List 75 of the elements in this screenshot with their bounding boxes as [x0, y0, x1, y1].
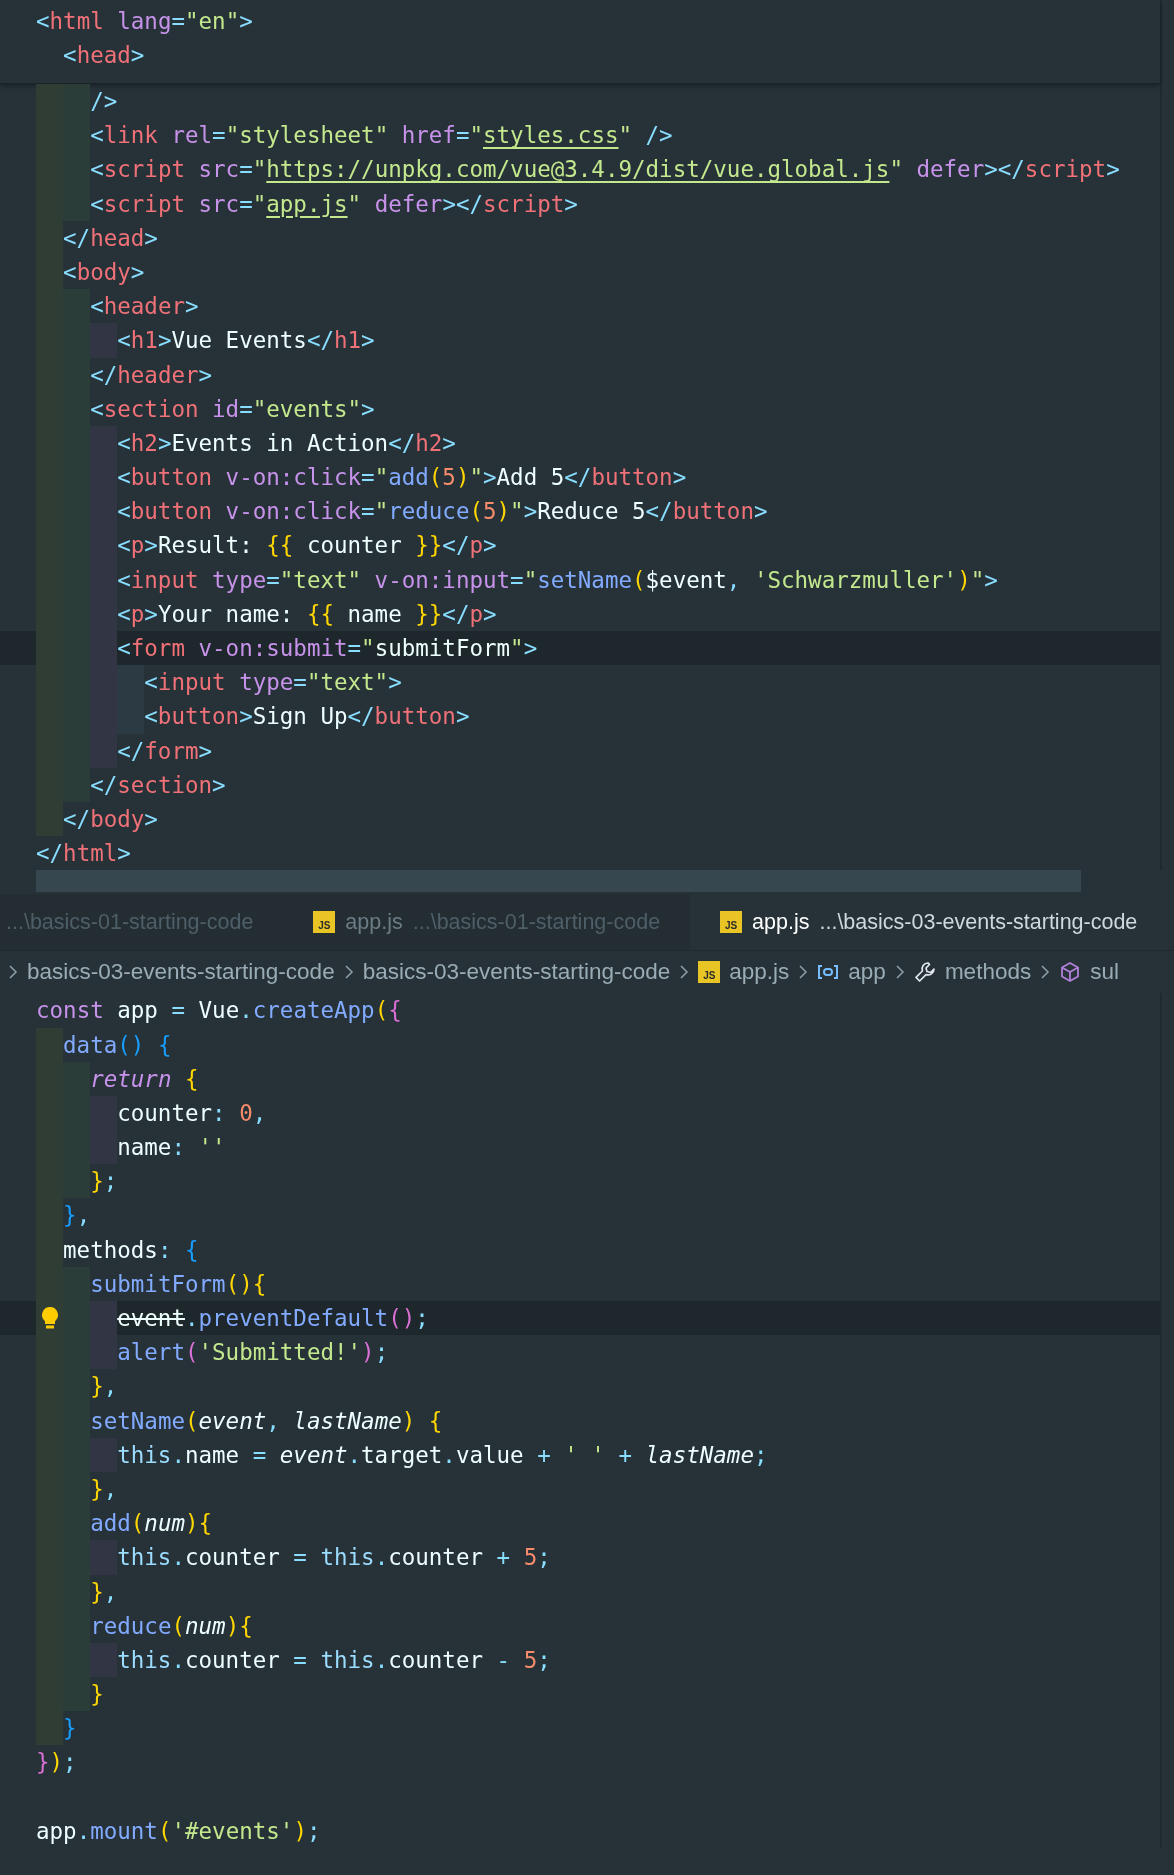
breadcrumb-item[interactable]: basics-03-events-starting-code [362, 959, 671, 986]
code-line: </head> [0, 220, 1160, 255]
tab-name: app.js [752, 909, 810, 935]
code-line: methods: { [0, 1232, 1160, 1267]
code-line: return { [0, 1061, 1160, 1096]
code-line: this.name = event.target.value + ' ' + lastName; [0, 1437, 1160, 1472]
indent-guide [90, 1301, 118, 1336]
breadcrumb-item[interactable]: app.js [729, 959, 790, 986]
code-line: name: '' [0, 1130, 1160, 1165]
code-line: }, [0, 1471, 1160, 1507]
tab-path: ...\basics-03-events-starting-code [819, 909, 1138, 935]
code-line: </form> [0, 733, 1160, 768]
editor-tab[interactable]: JS app.js ...\basics-03-events-starting-code [690, 894, 1174, 951]
code-line: <button v-on:click="add(5)">Add 5</button> [0, 460, 1160, 495]
code-line: }, [0, 1198, 1160, 1233]
code-line: this.counter = this.counter - 5; [0, 1642, 1160, 1678]
indent-guide [36, 84, 64, 119]
code-line: </body> [0, 801, 1160, 837]
code-line: <h2>Events in Action</h2> [0, 425, 1160, 461]
code-line: add(num){ [0, 1506, 1160, 1541]
code-line: reduce(num){ [0, 1608, 1160, 1643]
code-line: <script src="https://unpkg.com/vue@3.4.9/dist/vue.global.js" defer></script> [0, 152, 1160, 187]
chevron-icon [679, 964, 690, 981]
lightbulb-icon[interactable] [40, 1306, 60, 1330]
code-line: <head> [62, 41, 146, 71]
code-line: <header> [0, 289, 1160, 324]
code-line: <body> [0, 254, 1160, 290]
js-file-icon: JS [313, 911, 336, 934]
tab-name: app.js [345, 909, 403, 935]
indent-guide [90, 1335, 118, 1370]
code-line: setName(event, lastName) { [0, 1403, 1160, 1438]
chevron-icon [8, 964, 18, 981]
code-line: <button v-on:click="reduce(5)">Reduce 5</button> [0, 494, 1160, 529]
code-line: <script src="app.js" defer></script> [0, 186, 1160, 221]
code-line: data() { [0, 1027, 1160, 1062]
breadcrumb-item[interactable]: sul [1090, 959, 1119, 986]
code-line: <link rel="stylesheet" href="styles.css" /> [0, 118, 1160, 153]
code-line: <section id="events"> [0, 391, 1160, 426]
code-line: }, [0, 1369, 1160, 1404]
code-line: this.counter = this.counter + 5; [0, 1540, 1160, 1575]
code-line: <p>Your name: {{ name }}</p> [0, 596, 1160, 631]
indent-guide [63, 84, 91, 119]
wrench-icon [913, 961, 936, 984]
code-line: </html> [35, 839, 132, 869]
code-line: const app = Vue.createApp({ [35, 996, 403, 1026]
breadcrumb-item[interactable]: methods [944, 959, 1032, 986]
horizontal-scrollbar[interactable] [36, 870, 1081, 893]
code-line: }; [0, 1164, 1160, 1199]
code-line: /> [0, 84, 1160, 119]
code-line: <p>Result: {{ counter }}</p> [0, 528, 1160, 563]
chevron-icon [343, 964, 354, 981]
chevron-icon [894, 964, 905, 981]
code-line: <input type="text" v-on:input="setName($event, 'Schwarzmuller')"> [0, 562, 1160, 597]
code-line: alert('Submitted!'); [0, 1335, 1160, 1370]
code-line: submitForm(){ [0, 1266, 1160, 1301]
breadcrumb-item[interactable]: basics-03-events-starting-code [27, 959, 335, 986]
chevron-icon [1040, 964, 1051, 981]
code-line: </header> [0, 357, 1160, 392]
code-line: } [0, 1711, 1160, 1746]
code-line: </section> [0, 767, 1160, 802]
js-file-icon: JS [698, 961, 721, 984]
code-line: }); [35, 1748, 78, 1778]
code-line: app.mount('#events'); [35, 1816, 322, 1846]
code-line: <html lang="en"> [35, 7, 254, 36]
code-line: } [0, 1677, 1160, 1712]
breadcrumb-item[interactable]: app [848, 959, 886, 986]
js-file-icon: JS [720, 911, 743, 934]
code-line: <input type="text"> [0, 665, 1160, 700]
code-line: counter: 0, [0, 1095, 1160, 1131]
chevron-icon [798, 964, 809, 981]
cube-icon [1059, 961, 1082, 984]
code-line: }, [0, 1574, 1160, 1609]
indent-guide [117, 665, 145, 700]
code-line: <h1>Vue Events</h1> [0, 323, 1160, 358]
code-line: <button>Sign Up</button> [0, 699, 1160, 734]
